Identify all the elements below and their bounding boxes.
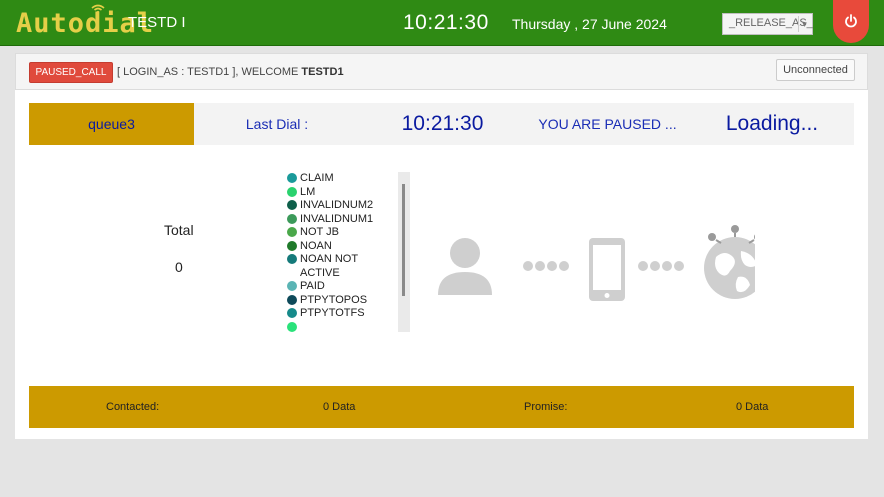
legend-item: NOAN — [287, 240, 384, 254]
mobile-phone-icon — [589, 238, 625, 301]
promise-value: 0 Data — [736, 401, 769, 413]
contacted-label: Contacted: — [106, 401, 160, 413]
legend-dot-icon — [287, 281, 297, 291]
total-label: Total — [164, 222, 194, 238]
legend-label: INVALIDNUM1 — [300, 212, 374, 225]
legend-item: INVALIDNUM1 — [287, 213, 384, 227]
legend-dot-icon — [287, 240, 297, 251]
legend-label: PTPYTOTFS — [300, 307, 365, 319]
globe-icon — [704, 225, 755, 299]
login-info: [ LOGIN_AS : TESTD1 ], WELCOME TESTD1 — [117, 66, 344, 78]
legend-label: CLAIM — [300, 172, 334, 184]
legend-item — [287, 321, 384, 332]
unconnected-button[interactable]: Unconnected — [776, 59, 855, 81]
legend-label: NOAN — [300, 239, 332, 252]
loading-status-text: Loading... — [690, 103, 854, 145]
total-value: 0 — [175, 259, 183, 275]
legend-dot-icon — [287, 173, 297, 183]
release-as-select[interactable]: _RELEASE_AS_ ▾ — [722, 13, 813, 35]
legend-item: INVALIDNUM2 — [287, 199, 384, 213]
legend-item: LM — [287, 186, 384, 200]
legend-label: LM — [300, 185, 316, 198]
login-user: TESTD1 — [301, 66, 344, 78]
disposition-legend: CLAIM LM INVALIDNUM2 INVALIDNUM1 NOT JB NOAN N… — [287, 172, 384, 332]
last-dial-label: Last Dial : — [194, 103, 360, 145]
user-icon — [438, 238, 492, 295]
legend-dot-icon — [287, 227, 297, 237]
legend-item: NOAN NOT ACTIVE — [287, 253, 384, 280]
legend-label: PTPYTOPOS — [300, 293, 368, 306]
legend-item: PTPYTOPOS — [287, 294, 384, 308]
wifi-icon — [91, 4, 105, 13]
scrollbar-thumb[interactable] — [402, 184, 405, 296]
legend-scrollbar[interactable] — [398, 172, 410, 332]
legend-item: PAID — [287, 280, 384, 294]
top-header-bar: Autodial TESTD I 10:21:30 Thursday , 27 … — [0, 0, 884, 46]
paused-call-button[interactable]: PAUSED_CALL — [29, 62, 113, 83]
logout-button[interactable] — [833, 0, 869, 43]
legend-label: NOT JB — [300, 226, 339, 238]
legend-label: NOAN NOT ACTIVE — [300, 253, 358, 279]
legend-dot-icon — [287, 186, 297, 197]
call-flow-graphic — [438, 225, 755, 301]
legend-item: PTPYTOTFS — [287, 307, 384, 321]
legend-dot-icon — [287, 200, 297, 210]
legend-dot-icon — [287, 308, 297, 318]
legend-item: NOT JB — [287, 226, 384, 240]
legend-dot-icon — [287, 321, 297, 332]
dots-connector-left-icon — [523, 261, 569, 271]
legend-dot-icon — [287, 213, 297, 224]
legend-label: INVALIDNUM2 — [300, 199, 374, 211]
agent-user-label: TESTD I — [128, 14, 186, 31]
status-bar: PAUSED_CALL [ LOGIN_AS : TESTD1 ], WELCO… — [15, 53, 868, 90]
dots-connector-right-icon — [638, 261, 684, 271]
power-icon — [845, 14, 857, 28]
legend-label: PAID — [300, 280, 325, 292]
summary-strip: Contacted: 0 Data Promise: 0 Data — [29, 386, 854, 428]
chevron-down-icon: ▾ — [798, 16, 810, 32]
main-panel: queue3 Last Dial : 10:21:30 YOU ARE PAUS… — [15, 90, 868, 439]
legend-item: CLAIM — [287, 172, 384, 186]
contacted-value: 0 Data — [323, 401, 356, 413]
queue-name: queue3 — [29, 103, 194, 145]
promise-label: Promise: — [524, 401, 568, 413]
header-clock: 10:21:30 — [403, 11, 489, 34]
login-prefix: [ LOGIN_AS : TESTD1 ], WELCOME — [117, 66, 302, 78]
legend-dot-icon — [287, 254, 297, 264]
header-date: Thursday , 27 June 2024 — [512, 16, 667, 32]
legend-dot-icon — [287, 294, 297, 305]
paused-status-text: YOU ARE PAUSED ... — [525, 103, 690, 145]
info-strip: queue3 Last Dial : 10:21:30 YOU ARE PAUS… — [29, 103, 854, 145]
last-dial-time: 10:21:30 — [360, 103, 525, 145]
